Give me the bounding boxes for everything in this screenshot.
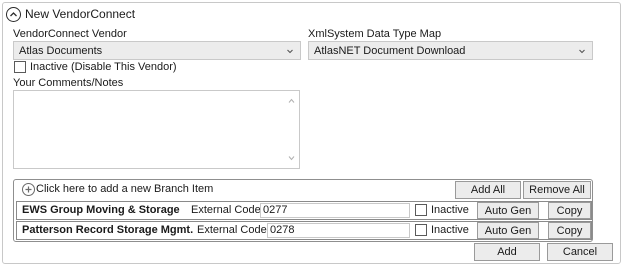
datatype-label: XmlSystem Data Type Map: [308, 28, 442, 40]
vendor-select-value: Atlas Documents: [19, 44, 103, 57]
add-all-button[interactable]: Add All: [455, 181, 521, 199]
comments-label: Your Comments/Notes: [13, 77, 124, 89]
chevron-up-icon[interactable]: [6, 6, 21, 22]
scroll-down-icon[interactable]: [288, 152, 295, 164]
external-code-label: External Code:: [197, 224, 270, 236]
remove-all-button[interactable]: Remove All: [523, 181, 591, 199]
vendorconnect-panel: New VendorConnect VendorConnect Vendor A…: [2, 2, 621, 264]
datatype-select-value: AtlasNET Document Download: [314, 44, 466, 57]
branch-inactive-label: Inactive: [431, 224, 469, 236]
branch-name: Patterson Record Storage Mgmt.: [22, 224, 194, 236]
add-button[interactable]: Add: [474, 243, 540, 261]
branch-inactive-checkbox[interactable]: Inactive: [415, 204, 469, 216]
datatype-select[interactable]: AtlasNET Document Download: [308, 41, 593, 60]
branch-row: EWS Group Moving & Storage External Code…: [16, 201, 592, 220]
scroll-up-icon[interactable]: [288, 95, 295, 107]
comments-scrollbar[interactable]: [285, 92, 298, 167]
vendor-select[interactable]: Atlas Documents: [13, 41, 301, 60]
inactive-vendor-checkbox[interactable]: Inactive (Disable This Vendor): [14, 61, 177, 73]
panel-header[interactable]: New VendorConnect: [6, 5, 135, 23]
plus-icon[interactable]: [22, 183, 35, 196]
comments-textarea[interactable]: [13, 90, 300, 169]
branch-name: EWS Group Moving & Storage: [22, 204, 180, 216]
branch-items-panel: Click here to add a new Branch Item Add …: [13, 179, 593, 242]
checkbox-icon[interactable]: [415, 204, 427, 216]
branch-inactive-checkbox[interactable]: Inactive: [415, 224, 469, 236]
checkbox-icon[interactable]: [415, 224, 427, 236]
add-branch-link[interactable]: Click here to add a new Branch Item: [36, 183, 213, 195]
branch-inactive-label: Inactive: [431, 204, 469, 216]
external-code-input[interactable]: 0278: [267, 223, 410, 238]
vendor-label: VendorConnect Vendor: [13, 28, 127, 40]
checkbox-icon[interactable]: [14, 61, 26, 73]
auto-gen-button[interactable]: Auto Gen: [477, 222, 539, 239]
inactive-vendor-label: Inactive (Disable This Vendor): [30, 61, 177, 73]
copy-button[interactable]: Copy: [548, 202, 591, 219]
external-code-input[interactable]: 0277: [260, 203, 410, 218]
branch-row: Patterson Record Storage Mgmt. External …: [16, 221, 592, 240]
add-branch-row: Click here to add a new Branch Item Add …: [14, 180, 592, 200]
cancel-button[interactable]: Cancel: [547, 243, 613, 261]
copy-button[interactable]: Copy: [548, 222, 591, 239]
chevron-down-icon: [578, 46, 586, 58]
external-code-label: External Code:: [191, 204, 264, 216]
auto-gen-button[interactable]: Auto Gen: [477, 202, 539, 219]
panel-title: New VendorConnect: [25, 7, 136, 21]
chevron-down-icon: [286, 46, 294, 58]
